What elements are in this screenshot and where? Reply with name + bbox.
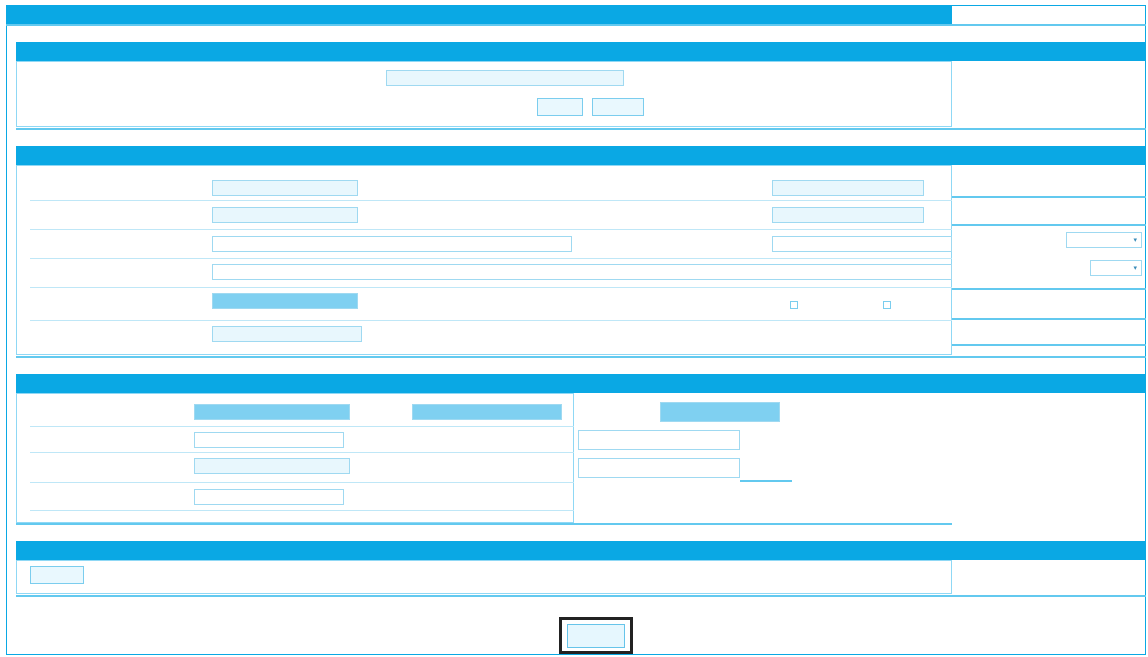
- cost-select-4[interactable]: [194, 489, 344, 505]
- total-value-3: [578, 458, 740, 478]
- info-right-label-3: [640, 239, 760, 251]
- info-input-3[interactable]: [212, 236, 572, 252]
- search-field-label: [270, 74, 380, 86]
- cost-select-1[interactable]: [194, 404, 350, 420]
- notes-button[interactable]: [30, 566, 84, 584]
- search-input[interactable]: [386, 70, 624, 86]
- cost-label-1: [80, 408, 182, 420]
- info-select-2[interactable]: [212, 207, 358, 223]
- info-label-6: [30, 330, 200, 342]
- right-rule-3: [952, 288, 1146, 290]
- right-rule-4: [952, 318, 1146, 320]
- cost-mid-label-2: [420, 436, 564, 448]
- info-label-5: [60, 299, 200, 311]
- window-title-bar: [6, 5, 952, 24]
- info-right-label-4: [660, 299, 760, 311]
- info-right-select-1[interactable]: [772, 180, 924, 196]
- costs-divider: [16, 523, 952, 525]
- reset-button[interactable]: [592, 98, 644, 116]
- side-select-1[interactable]: ▾: [1066, 232, 1142, 248]
- notes-panel: [16, 560, 952, 594]
- title-underline: [6, 24, 1146, 26]
- chevron-down-icon: ▾: [1133, 236, 1137, 244]
- cost-label-3: [40, 464, 182, 476]
- cost-mid-label-1: [356, 408, 406, 420]
- info-right-label-1: [600, 184, 760, 196]
- info-divider: [16, 356, 1146, 358]
- info-select-6[interactable]: [212, 326, 362, 342]
- info-right-input-3[interactable]: [772, 236, 952, 252]
- right-rule-2: [952, 224, 1146, 226]
- cost-mid-label-3: [420, 464, 564, 476]
- info-right-label-2: [640, 211, 760, 223]
- total-label: [578, 408, 656, 420]
- info-section-header: [16, 146, 1146, 165]
- search-section-header: [16, 42, 1146, 61]
- search-button[interactable]: [537, 98, 583, 116]
- radio-option-1-label: [805, 299, 865, 311]
- side-select-2[interactable]: ▾: [1090, 260, 1142, 276]
- radio-option-2[interactable]: [883, 301, 891, 309]
- right-rule-1: [952, 196, 1146, 198]
- info-right-select-2[interactable]: [772, 207, 924, 223]
- submit-button[interactable]: [567, 624, 625, 648]
- cost-label-4: [30, 493, 182, 505]
- chevron-down-icon: ▾: [1133, 264, 1137, 272]
- info-label-4: [40, 268, 200, 280]
- notes-divider: [16, 595, 1146, 597]
- costs-right-rule: [740, 480, 792, 482]
- info-input-4[interactable]: [212, 264, 952, 280]
- info-select-5[interactable]: [212, 293, 358, 309]
- cost-select-3[interactable]: [194, 458, 350, 474]
- search-divider: [16, 128, 1146, 130]
- total-value-2: [578, 430, 740, 450]
- right-rule-5: [952, 344, 1146, 346]
- info-select-1[interactable]: [212, 180, 358, 196]
- cost-label-2: [60, 436, 182, 448]
- notes-section-header: [16, 541, 1146, 560]
- radio-option-1[interactable]: [790, 301, 798, 309]
- costs-section-header: [16, 374, 1146, 393]
- cost-mid-select-1[interactable]: [412, 404, 562, 420]
- radio-option-2-label: [898, 299, 948, 311]
- info-label-3: [60, 239, 200, 251]
- submit-highlight: [559, 617, 633, 654]
- info-label-2: [60, 211, 200, 223]
- cost-select-2[interactable]: [194, 432, 344, 448]
- total-value-1: [660, 402, 780, 422]
- info-label-1: [60, 184, 200, 196]
